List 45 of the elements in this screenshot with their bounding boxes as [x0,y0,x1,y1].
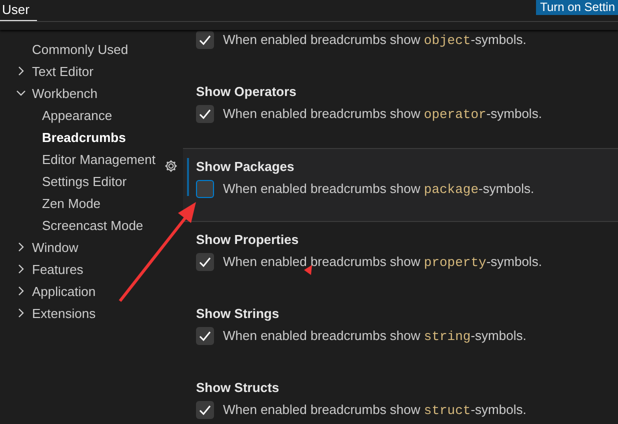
chevron-right-icon[interactable] [16,308,26,318]
setting-description: When enabled breadcrumbs show object-symbols. [223,32,526,48]
chevron-down-icon[interactable] [16,88,26,98]
setting-description: When enabled breadcrumbs show string-symbols. [223,328,526,344]
gear-icon[interactable] [164,159,178,173]
settings-tab[interactable]: User [0,0,37,21]
checkbox[interactable] [196,327,214,345]
tree-item[interactable]: Breadcrumbs [0,126,160,148]
tree-item[interactable]: Screencast Mode [0,214,160,236]
tree-item[interactable]: Commonly Used [0,38,160,60]
tree-item[interactable]: Zen Mode [0,192,160,214]
annotation-mark [304,265,312,275]
checkbox[interactable] [196,105,214,123]
chevron-right-icon[interactable] [16,66,26,76]
setting-title: Show Strings [196,305,280,323]
check-icon [198,329,212,343]
setting-description: When enabled breadcrumbs show operator-symbols. [223,106,542,122]
tree-item[interactable]: Text Editor [0,60,160,82]
chevron-right-icon[interactable] [16,242,26,252]
setting-title: Show Properties [196,231,300,249]
tree-item[interactable]: Appearance [0,104,160,126]
check-icon [198,255,212,269]
checkbox[interactable] [196,253,214,271]
chevron-right-icon[interactable] [16,264,26,274]
tree-item[interactable]: Application [0,280,160,302]
setting-description: When enabled breadcrumbs show struct-symbols. [223,402,526,418]
check-icon [198,107,212,121]
setting-title: Show Packages [196,158,296,176]
check-icon [198,403,212,417]
chevron-right-icon[interactable] [16,286,26,296]
setting-title: Show Operators [196,83,298,101]
checkbox[interactable] [196,180,214,198]
tree-item[interactable]: Workbench [0,82,160,104]
tree-item[interactable]: Settings Editor [0,170,160,192]
checkbox[interactable] [196,401,214,419]
tree-item[interactable]: Window [0,236,160,258]
tree-item[interactable]: Editor Management [0,148,160,170]
sync-button[interactable]: Turn on Settin [536,0,618,15]
tree-item[interactable]: Features [0,258,160,280]
check-icon [198,33,212,47]
setting-title: Show Structs [196,379,280,397]
setting-description: When enabled breadcrumbs show package-symbols. [223,181,534,197]
setting-description: When enabled breadcrumbs show property-symbols. [223,254,542,270]
checkbox[interactable] [196,31,214,49]
tree-item[interactable]: Extensions [0,302,160,324]
